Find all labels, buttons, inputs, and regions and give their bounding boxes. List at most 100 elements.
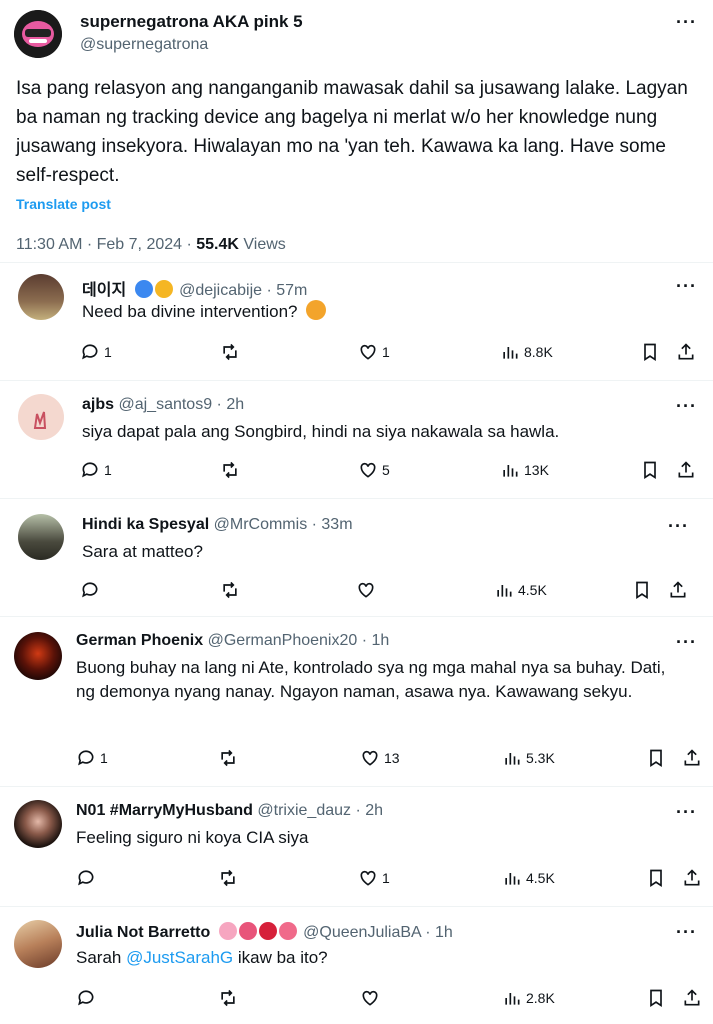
reply-text-content: Need ba divine intervention? [82, 302, 298, 321]
reply-author-name[interactable]: Hindi ka Spesyal [82, 516, 209, 533]
reply-button[interactable]: 1 [80, 342, 112, 362]
reply-count: 1 [104, 462, 112, 478]
views-button[interactable]: 8.8K [500, 342, 553, 362]
more-options-icon[interactable]: ··· [676, 396, 697, 417]
reply-author-handle[interactable]: @trixie_dauz · 2h [257, 802, 383, 819]
reply-author-handle[interactable]: @GermanPhoenix20 · 1h [208, 632, 390, 649]
repost-button[interactable] [218, 748, 238, 768]
translate-post-link[interactable]: Translate post [16, 196, 111, 212]
post-time: 11:30 AM · Feb 7, 2024 · [16, 236, 197, 253]
repost-icon [223, 461, 237, 479]
reply-text: Sara at matteo? [82, 542, 203, 561]
like-button[interactable]: 13 [360, 748, 400, 768]
bookmark-button[interactable] [632, 580, 652, 600]
reply-button[interactable]: 1 [80, 460, 112, 480]
cherry-blossom-icon [218, 922, 237, 940]
reply-author-name[interactable]: ajbs [82, 396, 114, 413]
views-button[interactable]: 13K [500, 460, 549, 480]
author-avatar[interactable] [14, 10, 62, 58]
more-options-icon[interactable]: ··· [676, 632, 697, 653]
repost-icon [223, 581, 237, 599]
more-options-icon[interactable]: ··· [676, 802, 697, 823]
share-icon [684, 869, 700, 886]
reply-author-handle[interactable]: @aj_santos9 · 2h [118, 396, 244, 413]
views-count: 2.8K [526, 990, 555, 1006]
share-button[interactable] [682, 988, 702, 1008]
more-options-icon[interactable]: ··· [676, 12, 697, 33]
share-button[interactable] [676, 342, 696, 362]
views-button[interactable]: 4.5K [502, 868, 555, 888]
bookmark-button[interactable] [646, 748, 666, 768]
reply-avatar[interactable] [14, 920, 62, 968]
reply-text: Buong buhay na lang ni Ate, kontrolado s… [76, 658, 666, 701]
reply-text-prefix: Sarah [76, 948, 127, 967]
more-options-icon[interactable]: ··· [676, 276, 697, 297]
reply-avatar[interactable] [18, 394, 64, 440]
surprised-face-icon [306, 300, 327, 320]
like-button[interactable] [356, 580, 376, 600]
share-button[interactable] [676, 460, 696, 480]
heart-icon [362, 750, 378, 766]
reply-button[interactable] [76, 988, 96, 1008]
reply-header: N01 #MarryMyHusband @trixie_dauz · 2h [76, 802, 383, 820]
reply-author-name[interactable]: German Phoenix [76, 632, 203, 649]
author-handle[interactable]: @supernegatrona [80, 36, 208, 54]
reply-button[interactable] [76, 868, 96, 888]
repost-button[interactable] [218, 868, 238, 888]
like-button[interactable]: 1 [358, 342, 390, 362]
reply-author-handle[interactable]: @QueenJuliaBA · 1h [303, 924, 453, 941]
bookmark-button[interactable] [640, 342, 660, 362]
reply-avatar[interactable] [14, 800, 62, 848]
views-button[interactable]: 4.5K [494, 580, 547, 600]
bookmark-button[interactable] [646, 868, 666, 888]
reply-icon [78, 870, 94, 886]
views-count[interactable]: 55.4K [196, 236, 239, 253]
share-icon [678, 343, 694, 360]
bookmark-button[interactable] [646, 988, 666, 1008]
reply-author-name[interactable]: N01 #MarryMyHusband [76, 802, 253, 819]
post-meta: 11:30 AM · Feb 7, 2024 · 55.4K Views [16, 236, 286, 254]
like-count: 1 [382, 870, 390, 886]
reply-author-handle[interactable]: @dejicabije · 57m [179, 282, 307, 299]
bookmark-icon [644, 461, 656, 480]
reply-avatar[interactable] [18, 274, 64, 320]
reply-author-handle[interactable]: @MrCommis · 33m [214, 516, 353, 533]
bookmark-button[interactable] [640, 460, 660, 480]
reply-button[interactable] [80, 580, 100, 600]
reply-button[interactable]: 1 [76, 748, 108, 768]
like-button[interactable]: 5 [358, 460, 390, 480]
repost-icon [221, 869, 235, 887]
repost-button[interactable] [220, 460, 240, 480]
share-icon [678, 461, 694, 478]
reply-author-name[interactable]: Julia Not Barretto [76, 924, 210, 941]
like-button[interactable]: 1 [358, 868, 390, 888]
repost-button[interactable] [220, 580, 240, 600]
share-button[interactable] [682, 868, 702, 888]
reply-text: Sarah @JustSarahG ikaw ba ito? [76, 946, 328, 970]
views-label: Views [238, 236, 286, 253]
repost-button[interactable] [218, 988, 238, 1008]
bookmark-icon [636, 581, 648, 600]
views-button[interactable]: 2.8K [502, 988, 555, 1008]
reply-avatar[interactable] [18, 514, 64, 560]
reply-author-name[interactable]: 데이지 [82, 282, 126, 299]
repost-button[interactable] [220, 342, 240, 362]
heart-icon [360, 462, 376, 478]
author-name[interactable]: supernegatrona AKA pink 5 [80, 12, 303, 32]
views-button[interactable]: 5.3K [502, 748, 555, 768]
share-button[interactable] [668, 580, 688, 600]
more-options-icon[interactable]: ··· [676, 922, 697, 943]
divider [0, 906, 713, 907]
share-icon [684, 989, 700, 1006]
reply-icon [78, 750, 94, 766]
like-button[interactable] [360, 988, 380, 1008]
more-options-icon[interactable]: ··· [668, 516, 689, 537]
share-button[interactable] [682, 748, 702, 768]
heart-icon [360, 344, 376, 360]
reply-avatar[interactable] [14, 632, 62, 680]
reply-header: Julia Not Barretto @QueenJuliaBA · 1h [76, 922, 453, 942]
divider [0, 262, 713, 263]
mention-link[interactable]: @JustSarahG [126, 948, 233, 967]
like-count: 5 [382, 462, 390, 478]
reply-count: 1 [100, 750, 108, 766]
